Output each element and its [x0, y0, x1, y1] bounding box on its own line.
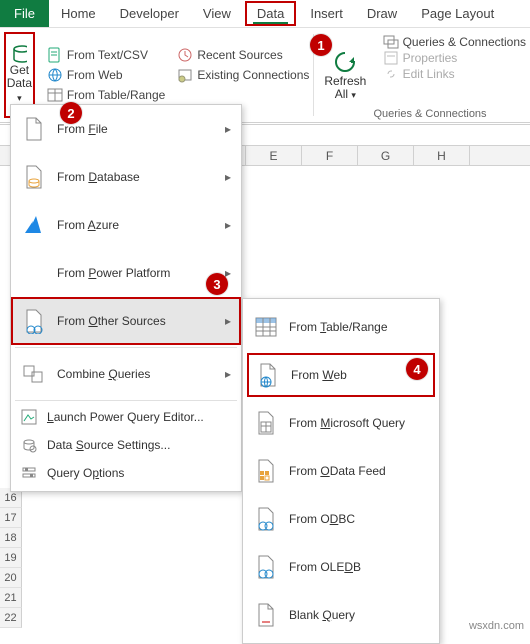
blank-query-icon	[253, 601, 279, 629]
row-header[interactable]: 22	[0, 608, 22, 628]
tab-home[interactable]: Home	[49, 0, 108, 27]
from-text-csv-button[interactable]: From Text/CSV	[47, 47, 166, 63]
tab-file[interactable]: File	[0, 0, 49, 27]
from-table-range-button[interactable]: From Table/Range	[47, 87, 166, 103]
chevron-right-icon: ▸	[225, 314, 231, 328]
row-header[interactable]: 18	[0, 528, 22, 548]
settings-icon	[21, 437, 37, 453]
queries-connections-button[interactable]: Queries & Connections	[383, 34, 526, 50]
chevron-right-icon: ▸	[225, 367, 231, 381]
text-file-icon	[47, 47, 63, 63]
menu-from-file[interactable]: From File ▸	[11, 105, 241, 153]
blank-icon	[21, 259, 47, 287]
watermark: wsxdn.com	[469, 620, 524, 632]
menu-combine-queries[interactable]: Combine Queries ▸	[11, 350, 241, 398]
tab-view[interactable]: View	[191, 0, 243, 27]
col-header[interactable]: G	[358, 146, 414, 165]
col-header[interactable]: H	[414, 146, 470, 165]
row-header[interactable]: 20	[0, 568, 22, 588]
submenu-from-ms-query[interactable]: From Microsoft Query	[243, 399, 439, 447]
globe-icon	[47, 67, 63, 83]
table-range-icon	[253, 313, 279, 341]
submenu-from-oledb[interactable]: From OLEDB	[243, 543, 439, 591]
ms-query-icon	[253, 409, 279, 437]
col-header[interactable]: F	[302, 146, 358, 165]
properties-icon	[383, 50, 399, 66]
odata-icon	[253, 457, 279, 485]
menu-query-options[interactable]: Query Options	[11, 459, 241, 487]
database-cylinder-icon	[11, 46, 27, 62]
web-file-icon	[255, 361, 281, 389]
other-sources-icon	[21, 307, 47, 335]
refresh-all-label: Refresh All ▾	[322, 75, 369, 101]
menu-from-other-sources[interactable]: From Other Sources ▸	[11, 297, 241, 345]
connections-icon	[383, 34, 399, 50]
chevron-right-icon: ▸	[225, 218, 231, 232]
pq-editor-icon	[21, 409, 37, 425]
azure-icon	[21, 211, 47, 239]
ribbon-tabs: File Home Developer View Data Insert Dra…	[0, 0, 530, 28]
refresh-icon	[332, 49, 358, 75]
menu-data-source-settings[interactable]: Data Source Settings...	[11, 431, 241, 459]
options-icon	[21, 465, 37, 481]
properties-button: Properties	[383, 50, 526, 66]
table-icon	[47, 87, 63, 103]
menu-separator	[15, 347, 237, 348]
tab-draw[interactable]: Draw	[355, 0, 409, 27]
recent-sources-button[interactable]: Recent Sources	[177, 47, 309, 63]
tab-page-layout[interactable]: Page Layout	[409, 0, 506, 27]
from-other-sources-submenu: From Table/Range From Web From Microsoft…	[242, 298, 440, 644]
ribbon-group-label: Queries & Connections	[340, 108, 520, 120]
tab-data-label: Data	[257, 6, 284, 21]
submenu-from-odata[interactable]: From OData Feed	[243, 447, 439, 495]
file-icon	[21, 115, 47, 143]
row-header[interactable]: 17	[0, 508, 22, 528]
menu-launch-pq-editor[interactable]: Launch Power Query Editor...	[11, 403, 241, 431]
menu-separator	[15, 400, 237, 401]
callout-badge-1: 1	[310, 34, 332, 56]
menu-from-azure[interactable]: From Azure ▸	[11, 201, 241, 249]
from-web-button[interactable]: From Web	[47, 67, 166, 83]
submenu-from-odbc[interactable]: From ODBC	[243, 495, 439, 543]
link-icon	[383, 66, 399, 82]
row-header[interactable]: 19	[0, 548, 22, 568]
clock-icon	[177, 47, 193, 63]
callout-badge-2: 2	[60, 102, 82, 124]
get-data-label: Get Data ▾	[6, 64, 33, 104]
oledb-icon	[253, 553, 279, 581]
col-header[interactable]: E	[246, 146, 302, 165]
existing-connections-button[interactable]: Existing Connections	[177, 67, 309, 83]
tab-insert[interactable]: Insert	[298, 0, 355, 27]
chevron-right-icon: ▸	[225, 170, 231, 184]
callout-badge-3: 3	[206, 273, 228, 295]
tab-developer[interactable]: Developer	[108, 0, 191, 27]
connection-icon	[177, 67, 193, 83]
edit-links-button: Edit Links	[383, 66, 526, 82]
callout-badge-4: 4	[406, 358, 428, 380]
row-header[interactable]: 21	[0, 588, 22, 608]
menu-from-power-platform[interactable]: From Power Platform ▸	[11, 249, 241, 297]
odbc-icon	[253, 505, 279, 533]
combine-icon	[21, 360, 47, 388]
tab-data[interactable]: Data	[245, 1, 296, 26]
chevron-right-icon: ▸	[225, 122, 231, 136]
database-file-icon	[21, 163, 47, 191]
submenu-blank-query[interactable]: Blank Query	[243, 591, 439, 639]
get-data-menu: From File ▸ From Database ▸ From Azure ▸…	[10, 104, 242, 492]
tab-active-indicator	[253, 22, 288, 24]
submenu-from-table-range[interactable]: From Table/Range	[243, 303, 439, 351]
menu-from-database[interactable]: From Database ▸	[11, 153, 241, 201]
